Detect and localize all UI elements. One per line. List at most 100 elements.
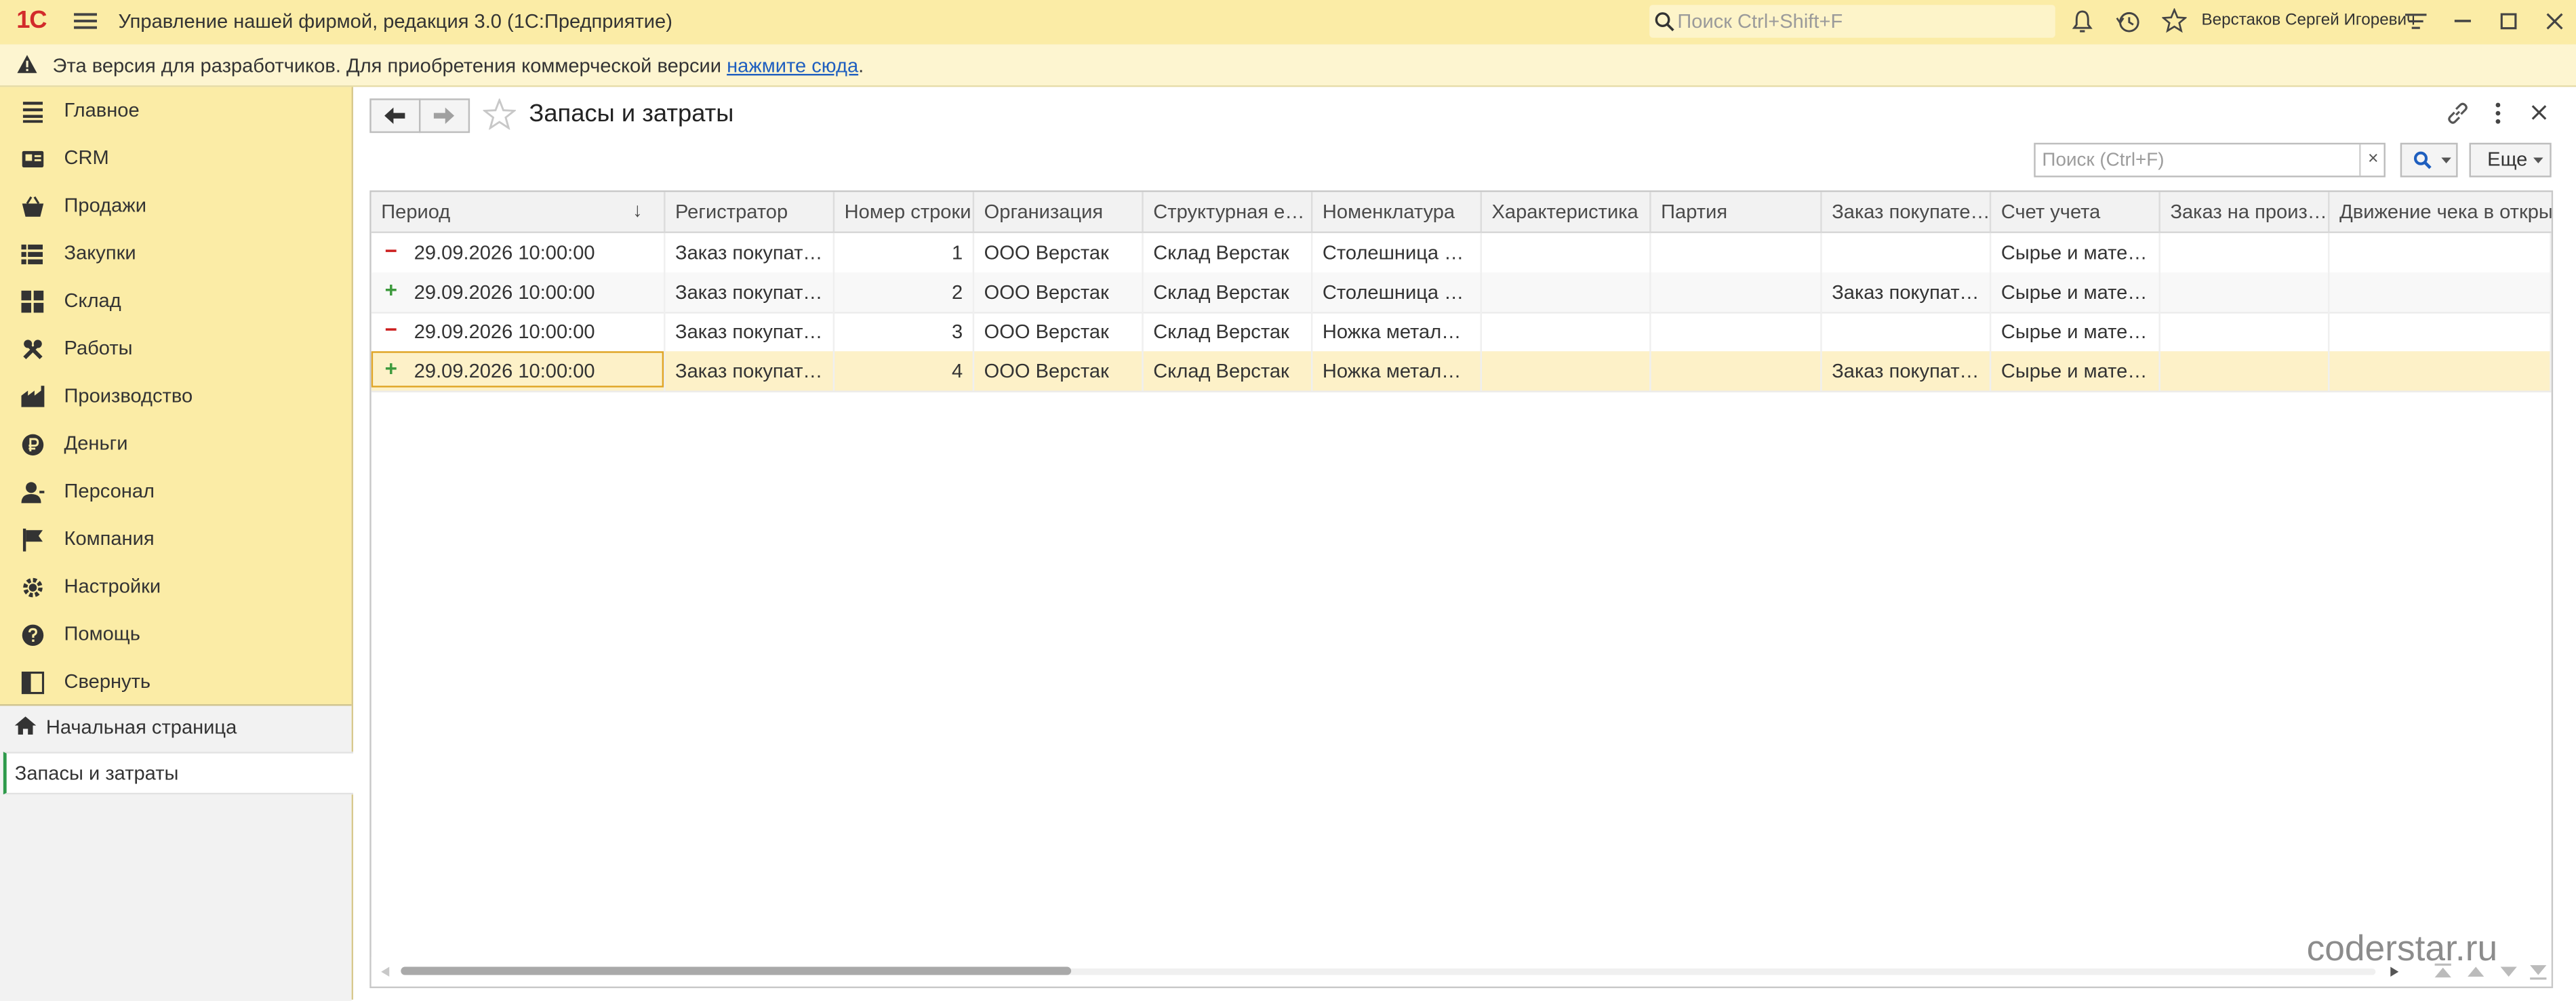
column-header-registrar[interactable]: Регистратор bbox=[666, 192, 835, 232]
buy-link[interactable]: нажмите сюда bbox=[727, 54, 858, 77]
more-vertical-icon[interactable] bbox=[2494, 102, 2502, 125]
cell-line-number[interactable]: 1 bbox=[834, 232, 975, 273]
table-row[interactable]: 29.09.2026 10:00:00 Заказ покупате… 1 ООО В… bbox=[371, 232, 2552, 274]
cell-line-number[interactable]: 4 bbox=[834, 351, 975, 391]
sidebar-item-crm[interactable]: CRM bbox=[0, 135, 352, 182]
cell-organization[interactable]: ООО Верстак bbox=[974, 272, 1144, 312]
cell-period[interactable]: 29.09.2026 10:00:00 bbox=[371, 272, 666, 312]
cell-characteristic[interactable] bbox=[1482, 312, 1651, 352]
column-header-nomenclature[interactable]: Номенклатура bbox=[1312, 192, 1482, 232]
cell-organization[interactable]: ООО Верстак bbox=[974, 312, 1144, 352]
column-header-structural-unit[interactable]: Структурная е… bbox=[1144, 192, 1313, 232]
close-form-icon[interactable] bbox=[2531, 105, 2547, 120]
forward-button[interactable] bbox=[418, 98, 470, 134]
cell-line-number[interactable]: 3 bbox=[834, 312, 975, 352]
cell-batch[interactable] bbox=[1651, 312, 1822, 352]
column-header-production-order[interactable]: Заказ на произ… bbox=[2160, 192, 2330, 232]
app-logo[interactable]: 1С bbox=[16, 7, 47, 35]
list-search-input[interactable] bbox=[2038, 146, 2354, 174]
main-menu-icon[interactable] bbox=[74, 12, 97, 31]
cell-nomenclature[interactable]: Ножка металл… bbox=[1312, 312, 1482, 352]
settings-sliders-icon[interactable] bbox=[2405, 12, 2427, 33]
table-row[interactable]: 29.09.2026 10:00:00 Заказ покупате… 2 ООО В… bbox=[371, 272, 2552, 314]
horizontal-scrollbar[interactable] bbox=[371, 957, 2552, 987]
global-search-input[interactable]: Поиск Ctrl+Shift+F bbox=[1649, 5, 2055, 38]
sidebar-item-works[interactable]: Работы bbox=[0, 325, 352, 373]
column-header-organization[interactable]: Организация bbox=[974, 192, 1144, 232]
open-window-tab[interactable]: Запасы и затраты bbox=[3, 752, 355, 795]
cell-registrar[interactable]: Заказ покупате… bbox=[666, 232, 835, 273]
sidebar-item-main[interactable]: Главное bbox=[0, 87, 352, 134]
column-header-characteristic[interactable]: Характеристика bbox=[1482, 192, 1651, 232]
cell-receipt-movement[interactable] bbox=[2330, 232, 2552, 273]
favorite-star-icon[interactable] bbox=[483, 98, 516, 130]
sidebar-item-production[interactable]: Производство bbox=[0, 373, 352, 420]
cell-customer-order[interactable]: Заказ покупате… bbox=[1822, 272, 1992, 312]
link-icon[interactable] bbox=[2447, 102, 2470, 125]
cell-registrar[interactable]: Заказ покупате… bbox=[666, 351, 835, 391]
scroll-thumb[interactable] bbox=[401, 966, 1072, 975]
cell-account[interactable]: Сырье и матер… bbox=[1991, 351, 2160, 391]
cell-customer-order[interactable] bbox=[1822, 312, 1992, 352]
back-button[interactable] bbox=[369, 98, 421, 134]
sidebar-item-company[interactable]: Компания bbox=[0, 516, 352, 563]
cell-production-order[interactable] bbox=[2160, 272, 2330, 312]
user-name[interactable]: Верстаков Сергей Игоревич bbox=[2201, 12, 2415, 30]
cell-organization[interactable]: ООО Верстак bbox=[974, 351, 1144, 391]
bell-icon[interactable] bbox=[2072, 10, 2093, 35]
favorites-star-icon[interactable] bbox=[2162, 8, 2187, 33]
list-search-field[interactable]: × bbox=[2034, 142, 2386, 178]
cell-receipt-movement[interactable] bbox=[2330, 272, 2552, 312]
column-header-period[interactable]: Период ↓ bbox=[371, 192, 666, 232]
cell-structural-unit[interactable]: Склад Верстак bbox=[1144, 232, 1313, 273]
table-row[interactable]: 29.09.2026 10:00:00 Заказ покупате… 3 ООО В… bbox=[371, 312, 2552, 353]
cell-line-number[interactable]: 2 bbox=[834, 272, 975, 312]
cell-account[interactable]: Сырье и матер… bbox=[1991, 272, 2160, 312]
cell-receipt-movement[interactable] bbox=[2330, 351, 2552, 391]
cell-batch[interactable] bbox=[1651, 351, 1822, 391]
cell-customer-order[interactable] bbox=[1822, 232, 1992, 273]
search-button[interactable] bbox=[2400, 142, 2458, 178]
sidebar-item-sales[interactable]: Продажи bbox=[0, 182, 352, 230]
cell-organization[interactable]: ООО Верстак bbox=[974, 232, 1144, 273]
maximize-icon[interactable] bbox=[2500, 13, 2517, 30]
cell-batch[interactable] bbox=[1651, 272, 1822, 312]
scroll-down-icon[interactable] bbox=[2494, 960, 2524, 983]
cell-characteristic[interactable] bbox=[1482, 272, 1651, 312]
cell-nomenclature[interactable]: Столешница д… bbox=[1312, 272, 1482, 312]
sidebar-item-help[interactable]: Помощь bbox=[0, 611, 352, 658]
cell-production-order[interactable] bbox=[2160, 312, 2330, 352]
cell-structural-unit[interactable]: Склад Верстак bbox=[1144, 351, 1313, 391]
scroll-left-arrow-icon[interactable] bbox=[381, 966, 390, 977]
cell-account[interactable]: Сырье и матер… bbox=[1991, 232, 2160, 273]
column-header-customer-order[interactable]: Заказ покупате… bbox=[1822, 192, 1992, 232]
cell-characteristic[interactable] bbox=[1482, 232, 1651, 273]
sidebar-item-warehouse[interactable]: Склад bbox=[0, 277, 352, 325]
cell-characteristic[interactable] bbox=[1482, 351, 1651, 391]
history-icon[interactable] bbox=[2116, 10, 2140, 35]
table-row[interactable]: 29.09.2026 10:00:00 Заказ покупате… 4 ООО В… bbox=[371, 351, 2552, 392]
cell-account[interactable]: Сырье и матер… bbox=[1991, 312, 2160, 352]
sidebar-item-collapse[interactable]: Свернуть bbox=[0, 658, 352, 706]
sidebar-item-settings[interactable]: Настройки bbox=[0, 563, 352, 611]
column-header-batch[interactable]: Партия bbox=[1651, 192, 1822, 232]
minimize-icon[interactable] bbox=[2454, 20, 2473, 24]
cell-nomenclature[interactable]: Столешница д… bbox=[1312, 232, 1482, 273]
scroll-to-bottom-icon[interactable] bbox=[2523, 960, 2553, 983]
column-header-line-number[interactable]: Номер строки bbox=[834, 192, 975, 232]
cell-registrar[interactable]: Заказ покупате… bbox=[666, 312, 835, 352]
cell-receipt-movement[interactable] bbox=[2330, 312, 2552, 352]
cell-structural-unit[interactable]: Склад Верстак bbox=[1144, 272, 1313, 312]
close-window-icon[interactable] bbox=[2546, 13, 2563, 30]
more-button[interactable]: Еще bbox=[2469, 142, 2552, 178]
home-page-link[interactable]: Начальная страница bbox=[0, 706, 352, 748]
cell-batch[interactable] bbox=[1651, 232, 1822, 273]
cell-period[interactable]: 29.09.2026 10:00:00 bbox=[371, 312, 666, 352]
sidebar-item-money[interactable]: Деньги bbox=[0, 420, 352, 468]
cell-production-order[interactable] bbox=[2160, 232, 2330, 273]
records-table[interactable]: Период ↓ Регистратор Номер строки Органи… bbox=[369, 190, 2554, 989]
cell-period[interactable]: 29.09.2026 10:00:00 bbox=[371, 232, 666, 273]
column-header-receipt-movement[interactable]: Движение чека в открыто… bbox=[2330, 192, 2552, 231]
cell-production-order[interactable] bbox=[2160, 351, 2330, 391]
cell-structural-unit[interactable]: Склад Верстак bbox=[1144, 312, 1313, 352]
